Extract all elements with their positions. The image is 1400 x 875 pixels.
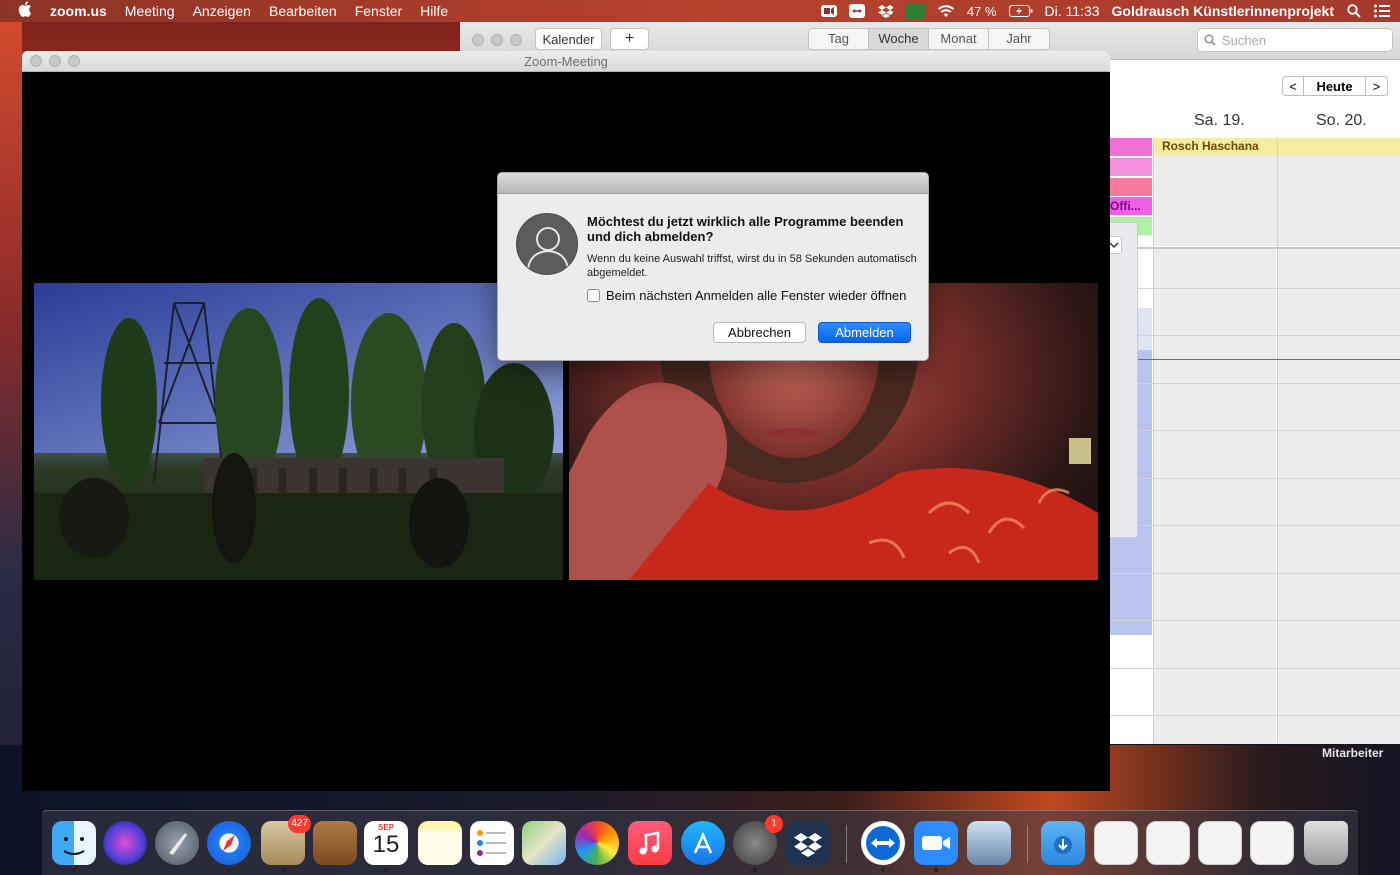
day-header-sun: So. 20. (1316, 112, 1367, 129)
vpn-status-icon[interactable] (904, 3, 925, 19)
calendars-button[interactable]: Kalender (535, 28, 602, 50)
notification-center-icon[interactable] (1374, 4, 1390, 18)
logout-confirm-dialog: Möchtest du jetzt wirklich alle Programm… (497, 172, 929, 361)
documents-stack-icon-2[interactable] (1146, 821, 1190, 865)
sat-column[interactable] (1154, 248, 1276, 744)
dialog-message: Wenn du keine Auswahl triffst, wirst du … (587, 253, 917, 279)
previous-week-button[interactable]: < (1282, 76, 1304, 96)
menu-fenster[interactable]: Fenster (355, 3, 402, 19)
participant-video-outdoor[interactable] (34, 283, 563, 580)
zoom-window-title: Zoom-Meeting (22, 51, 1110, 72)
day-header-sat: Sa. 19. (1194, 112, 1245, 129)
safari-icon[interactable] (207, 821, 251, 872)
dock: 427 SEP 15 1 (42, 810, 1358, 875)
wifi-icon[interactable] (937, 4, 955, 18)
zoom-minimize-button[interactable] (49, 55, 61, 67)
documents-stack-icon-3[interactable] (1198, 821, 1242, 865)
search-placeholder: Suchen (1222, 32, 1267, 48)
dropbox-status-icon[interactable] (877, 4, 893, 18)
dropbox-icon[interactable] (786, 821, 830, 865)
downloads-folder-icon[interactable] (1041, 821, 1085, 865)
documents-stack-icon-4[interactable] (1250, 821, 1294, 865)
dialog-titlebar (498, 173, 928, 194)
menu-bar: zoom.us Meeting Anzeigen Bearbeiten Fens… (0, 0, 1400, 22)
date-navigation: < Heute > (1282, 76, 1388, 96)
teamviewer-icon[interactable] (861, 821, 905, 872)
menu-bearbeiten[interactable]: Bearbeiten (269, 3, 337, 19)
reopen-windows-label[interactable]: Beim nächsten Anmelden alle Fenster wied… (606, 288, 906, 303)
user-avatar-icon (516, 213, 578, 275)
zoom-button[interactable] (510, 34, 522, 46)
zoom-close-button[interactable] (30, 55, 42, 67)
add-event-button[interactable]: + (610, 28, 649, 50)
today-button[interactable]: Heute (1304, 76, 1366, 96)
mail-icon[interactable]: 427 (261, 815, 311, 872)
sun-column[interactable] (1278, 248, 1400, 744)
launchpad-icon[interactable] (155, 821, 199, 865)
finder-icon[interactable] (52, 821, 96, 872)
trash-icon[interactable] (1304, 821, 1348, 865)
zoom-meeting-window: Zoom-Meeting (22, 51, 1110, 791)
menubar-clock[interactable]: Di. 11:33 (1045, 3, 1100, 19)
tab-year[interactable]: Jahr (989, 29, 1049, 49)
contacts-icon[interactable] (313, 821, 357, 865)
system-preferences-icon[interactable]: 1 (733, 815, 783, 872)
preview-icon[interactable] (967, 821, 1011, 865)
zoom-status-icon[interactable] (820, 4, 837, 18)
dock-calendar-day: 15 (372, 831, 400, 858)
spotlight-search-icon[interactable] (1346, 4, 1362, 18)
zoom-app-icon[interactable] (914, 821, 958, 872)
dialog-title: Möchtest du jetzt wirklich alle Programm… (587, 214, 904, 244)
teamviewer-status-icon[interactable] (848, 4, 865, 18)
documents-stack-icon-1[interactable] (1094, 821, 1138, 865)
current-time-line (1110, 359, 1400, 360)
menu-anzeigen[interactable]: Anzeigen (193, 3, 251, 19)
search-icon (1204, 34, 1216, 46)
calendar-window-controls (472, 34, 522, 46)
next-week-button[interactable]: > (1366, 76, 1388, 96)
mail-unread-badge: 427 (288, 815, 311, 833)
calendar-search-field[interactable]: Suchen (1197, 28, 1393, 52)
apple-menu-icon[interactable] (18, 1, 32, 21)
reopen-windows-option[interactable]: Beim nächsten Anmelden alle Fenster wied… (587, 288, 906, 303)
desktop-folder-label[interactable]: Mitarbeiter (1322, 746, 1383, 760)
zoom-window-controls (30, 55, 80, 67)
minimize-button[interactable] (491, 34, 503, 46)
close-button[interactable] (472, 34, 484, 46)
siri-icon[interactable] (103, 821, 147, 865)
tab-day[interactable]: Tag (809, 29, 869, 49)
battery-percent: 47 % (966, 3, 997, 19)
zoom-maximize-button[interactable] (68, 55, 80, 67)
calendar-week-view: < Heute > Sa. 19. So. 20. Offi... Rosch … (1110, 60, 1400, 744)
notes-icon[interactable] (418, 821, 462, 865)
view-switcher: Tag Woche Monat Jahr (808, 28, 1050, 50)
menu-hilfe[interactable]: Hilfe (420, 3, 448, 19)
reopen-windows-checkbox[interactable] (587, 289, 600, 302)
tab-month[interactable]: Monat (929, 29, 989, 49)
partial-event-label[interactable]: Offi... (1110, 197, 1152, 215)
calendar-app-icon[interactable]: SEP 15 (364, 821, 408, 872)
maps-icon[interactable] (522, 821, 566, 865)
tab-week[interactable]: Woche (869, 29, 929, 49)
photos-icon[interactable] (575, 821, 619, 865)
user-name[interactable]: Goldrausch Künstlerinnenprojekt (1112, 3, 1334, 19)
menu-meeting[interactable]: Meeting (125, 3, 175, 19)
sysprefs-badge: 1 (765, 815, 783, 833)
cancel-button[interactable]: Abbrechen (713, 322, 806, 343)
logout-button[interactable]: Abmelden (818, 322, 911, 343)
music-icon[interactable] (628, 821, 672, 865)
app-store-icon[interactable] (681, 821, 725, 865)
menu-app-name[interactable]: zoom.us (50, 3, 107, 19)
reminders-icon[interactable] (470, 821, 514, 865)
battery-charging-icon[interactable] (1008, 4, 1033, 18)
